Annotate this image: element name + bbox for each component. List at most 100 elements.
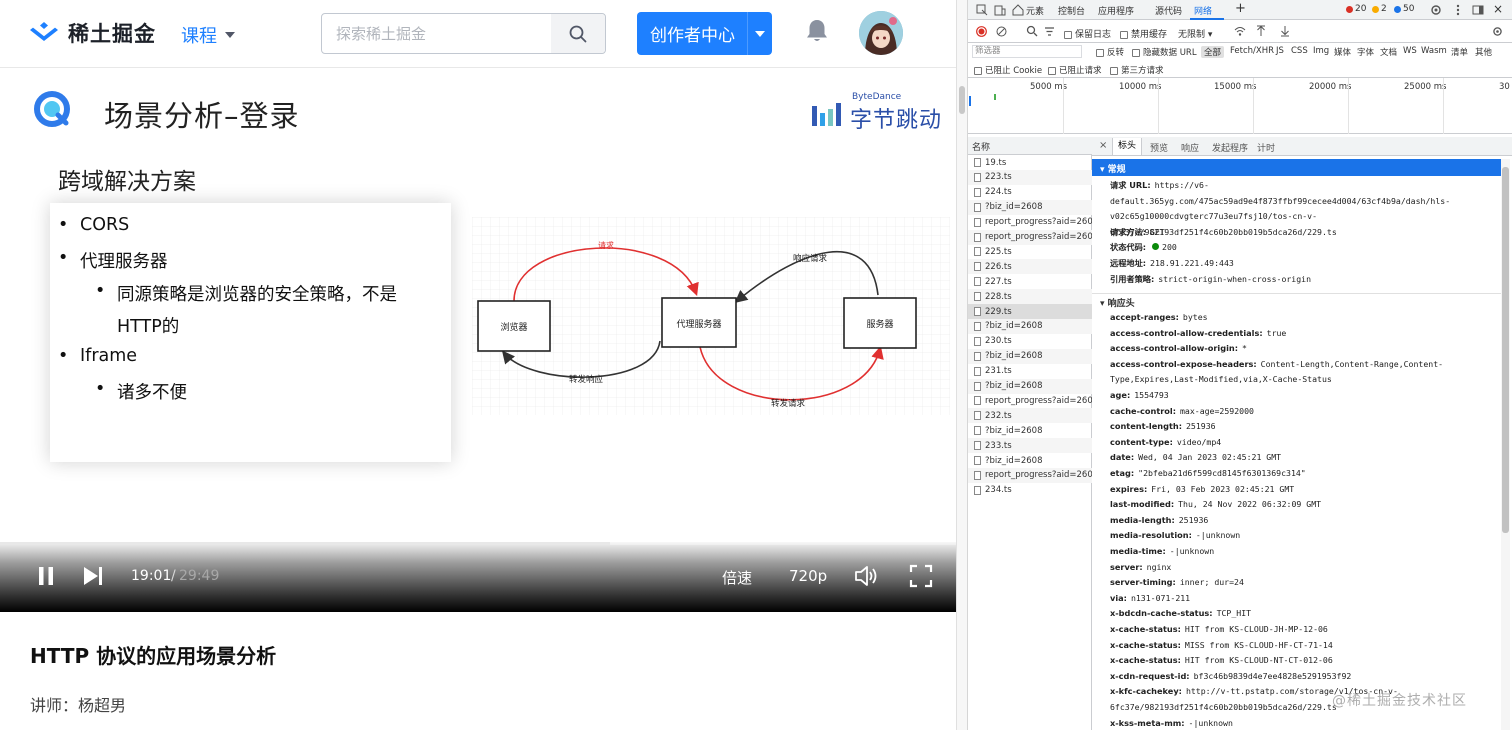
filter-type-ws[interactable]: WS: [1403, 46, 1417, 56]
creator-center-button[interactable]: 创作者中心: [637, 12, 772, 55]
info-count[interactable]: 50: [1394, 4, 1414, 14]
request-row[interactable]: report_progress?aid=260…: [968, 467, 1092, 483]
filter-type-all[interactable]: 全部: [1201, 46, 1225, 58]
tab-elements[interactable]: 元素: [1026, 4, 1044, 17]
filter-type-fetch[interactable]: Fetch/XHR: [1230, 46, 1274, 56]
creator-dropdown-toggle[interactable]: [748, 30, 772, 37]
request-row[interactable]: 225.ts: [968, 244, 1092, 259]
request-row[interactable]: 228.ts: [968, 289, 1092, 305]
tab-preview[interactable]: 预览: [1150, 141, 1168, 154]
request-row[interactable]: 227.ts: [968, 274, 1092, 289]
tab-response[interactable]: 响应: [1181, 141, 1199, 154]
network-conditions-icon[interactable]: [1234, 26, 1246, 37]
request-row[interactable]: 234.ts: [968, 483, 1092, 498]
search-button[interactable]: [551, 14, 605, 53]
request-row[interactable]: report_progress?aid=260…: [968, 215, 1092, 230]
request-row[interactable]: 233.ts: [968, 438, 1092, 454]
pause-button[interactable]: [36, 564, 56, 588]
import-icon[interactable]: [1256, 25, 1266, 37]
fullscreen-icon[interactable]: [909, 564, 933, 588]
inspect-element-icon[interactable]: [976, 4, 988, 16]
request-row[interactable]: 19.ts: [968, 155, 1092, 170]
request-row[interactable]: 230.ts: [968, 334, 1092, 349]
detail-scrollbar[interactable]: [1501, 159, 1510, 730]
tab-console[interactable]: 控制台: [1058, 4, 1085, 17]
clear-icon[interactable]: [996, 26, 1007, 37]
add-tab-button[interactable]: +: [1235, 1, 1246, 16]
blocked-cookies-checkbox[interactable]: 已阻止 Cookie: [974, 64, 1042, 76]
request-row[interactable]: 231.ts: [968, 364, 1092, 379]
third-party-checkbox[interactable]: 第三方请求: [1110, 64, 1164, 76]
tab-timing[interactable]: 计时: [1257, 141, 1275, 154]
filter-type-doc[interactable]: 文档: [1380, 46, 1397, 58]
request-list-header[interactable]: 名称: [968, 137, 1092, 155]
tab-initiator[interactable]: 发起程序: [1212, 141, 1248, 154]
watermark: @稀土掘金技术社区: [1332, 693, 1467, 709]
request-row[interactable]: report_progress?aid=260…: [968, 229, 1092, 245]
blocked-requests-checkbox[interactable]: 已阻止请求: [1048, 64, 1102, 76]
filter-type-js[interactable]: JS: [1276, 46, 1284, 56]
filter-type-font[interactable]: 字体: [1357, 46, 1374, 58]
request-row[interactable]: 224.ts: [968, 185, 1092, 200]
dock-icon[interactable]: [1472, 4, 1484, 16]
request-row[interactable]: ?biz_id=2608: [968, 423, 1092, 438]
request-row[interactable]: ?biz_id=2608: [968, 199, 1092, 215]
invert-checkbox[interactable]: 反转: [1096, 46, 1124, 58]
hide-data-urls-checkbox[interactable]: 隐藏数据 URL: [1132, 46, 1197, 58]
request-row[interactable]: ?biz_id=2608: [968, 453, 1092, 468]
general-section-header[interactable]: ▾ 常规: [1092, 159, 1502, 176]
close-detail-button[interactable]: ×: [1099, 140, 1107, 151]
request-label: 请求: [598, 240, 614, 250]
video-frame[interactable]: 场景分析–登录 ByteDance 字节跳动 跨域解决方案 CORS 代理服务器…: [0, 69, 956, 612]
request-row[interactable]: 232.ts: [968, 408, 1092, 424]
filter-input[interactable]: 筛选器: [972, 45, 1082, 58]
quality-button[interactable]: 720p: [789, 567, 827, 585]
customize-icon[interactable]: [1452, 4, 1464, 16]
detail-scrollbar-thumb[interactable]: [1502, 167, 1509, 533]
request-row[interactable]: ?biz_id=2608: [968, 378, 1092, 394]
tab-application[interactable]: 应用程序: [1098, 4, 1134, 17]
request-row[interactable]: 226.ts: [968, 259, 1092, 275]
preserve-log-checkbox[interactable]: 保留日志: [1064, 27, 1111, 40]
request-row[interactable]: 229.ts: [968, 304, 1092, 319]
filter-type-media[interactable]: 媒体: [1334, 46, 1351, 58]
filter-icon[interactable]: [1044, 26, 1055, 37]
user-avatar[interactable]: [859, 11, 903, 55]
search-input[interactable]: [322, 14, 552, 53]
filter-type-manifest[interactable]: 清单: [1451, 46, 1468, 58]
network-timeline[interactable]: 5000 ms 10000 ms 15000 ms 20000 ms 25000…: [968, 78, 1512, 134]
settings-gear-icon[interactable]: [1430, 4, 1442, 16]
filter-type-other[interactable]: 其他: [1475, 46, 1492, 58]
nav-course-dropdown[interactable]: 课程: [181, 22, 235, 48]
home-icon[interactable]: [1012, 4, 1024, 16]
notification-button[interactable]: [805, 18, 829, 48]
request-row[interactable]: ?biz_id=2608: [968, 348, 1092, 364]
scrollbar-thumb[interactable]: [959, 86, 965, 114]
tab-headers[interactable]: 标头: [1112, 138, 1143, 155]
page-scrollbar[interactable]: [956, 0, 968, 730]
error-count[interactable]: 20: [1346, 4, 1366, 14]
next-button[interactable]: [81, 564, 105, 588]
filter-type-img[interactable]: Img: [1313, 46, 1329, 56]
network-settings-icon[interactable]: [1492, 26, 1503, 37]
site-logo[interactable]: 稀土掘金: [28, 18, 156, 48]
filter-search-icon[interactable]: [1026, 25, 1038, 37]
response-headers-section-header[interactable]: ▾ 响应头: [1092, 293, 1502, 309]
playback-speed-button[interactable]: 倍速: [722, 567, 752, 588]
video-progress-bar[interactable]: [0, 542, 956, 545]
request-row[interactable]: 223.ts: [968, 169, 1092, 185]
record-icon[interactable]: [976, 26, 987, 37]
throttling-select[interactable]: 无限制 ▾: [1178, 27, 1212, 40]
request-row[interactable]: ?biz_id=2608: [968, 318, 1092, 334]
warning-count[interactable]: 2: [1372, 4, 1387, 14]
disable-cache-checkbox[interactable]: 禁用缓存: [1120, 27, 1167, 40]
close-devtools-button[interactable]: ×: [1493, 2, 1503, 16]
filter-type-wasm[interactable]: Wasm: [1421, 46, 1447, 56]
request-row[interactable]: report_progress?aid=260…: [968, 393, 1092, 408]
volume-icon[interactable]: [854, 564, 880, 588]
export-icon[interactable]: [1280, 25, 1290, 37]
tab-sources[interactable]: 源代码: [1155, 4, 1182, 17]
tab-network[interactable]: 网络: [1194, 4, 1212, 17]
filter-type-css[interactable]: CSS: [1291, 46, 1308, 56]
device-toolbar-icon[interactable]: [994, 4, 1006, 16]
